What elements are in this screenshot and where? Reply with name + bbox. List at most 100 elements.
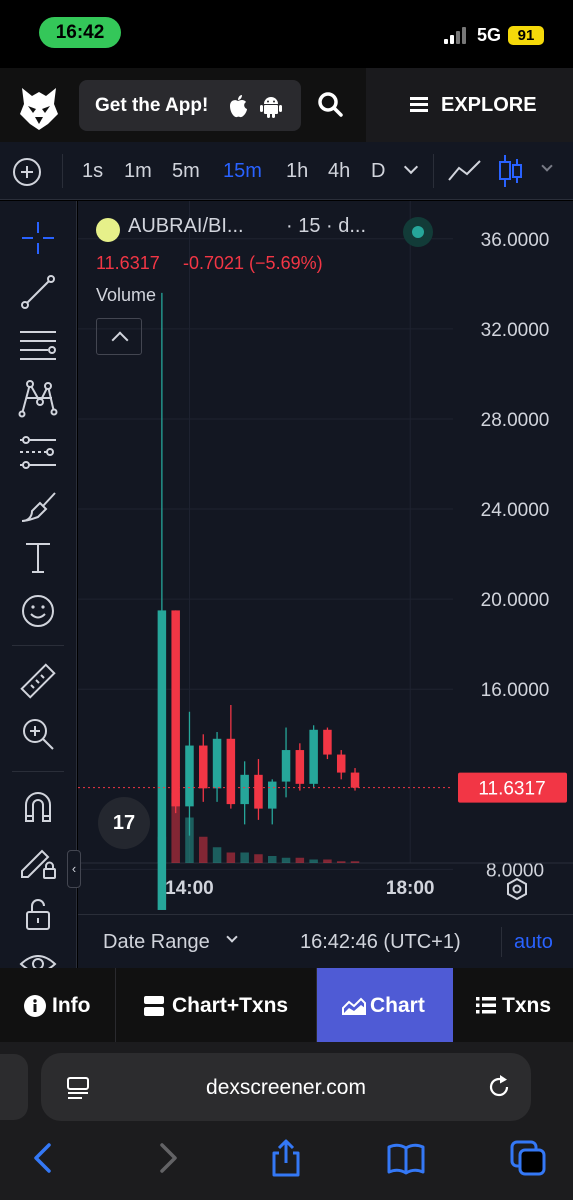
zoom-in-icon[interactable] (18, 714, 58, 754)
candle-body (199, 745, 208, 789)
network-type: 5G (477, 25, 502, 45)
candles-chart-type-icon[interactable] (498, 154, 524, 188)
list-icon (476, 997, 496, 1014)
timeframe-more-chevron-down-icon[interactable] (403, 159, 419, 175)
sidebar-toggle-button[interactable]: ‹ (67, 850, 81, 888)
date-range-button[interactable]: Date Range (103, 931, 210, 954)
timeframe-15m[interactable]: 15m (223, 160, 262, 183)
candle-body (185, 745, 194, 807)
price-chart[interactable]: 36.0000 32.0000 28.0000 24.0000 20.0000 16.00… (78, 201, 573, 968)
lock-drawing-icon[interactable] (18, 841, 58, 881)
forward-icon[interactable] (147, 1138, 187, 1178)
toolbar-divider (433, 154, 434, 188)
sidebar-divider (12, 645, 64, 646)
y-axis-tick-label: 32.0000 (481, 320, 550, 341)
timeframe-toolbar: 1s 1m 5m 15m 1h 4h D (0, 142, 573, 200)
volume-bar (267, 856, 277, 863)
trend-line-icon[interactable] (18, 272, 58, 312)
y-axis-tick-label: 20.0000 (481, 590, 550, 611)
get-app-button[interactable]: Get the App! (79, 80, 301, 131)
chart-range-bar: Date Range 16:42:46 (UTC+1) auto (78, 914, 573, 968)
emoji-icon[interactable] (18, 591, 58, 631)
previous-tab-preview[interactable] (0, 1054, 28, 1120)
volume-bar (281, 857, 291, 863)
candle-body (157, 610, 167, 910)
collapse-legend-button[interactable] (96, 318, 142, 355)
candle-body (350, 772, 360, 788)
eye-icon[interactable] (18, 944, 58, 968)
magnet-icon[interactable] (18, 787, 58, 827)
timeframe-5m[interactable]: 5m (172, 160, 200, 183)
drawing-tools-sidebar (0, 201, 77, 968)
y-axis-tick-label: 24.0000 (481, 500, 550, 521)
timeframe-d[interactable]: D (371, 160, 385, 183)
address-bar[interactable]: dexscreener.com (41, 1053, 531, 1121)
candle-body (226, 738, 236, 805)
volume-bar (212, 847, 222, 863)
candle-body (281, 750, 291, 782)
tab-chart[interactable]: Chart (317, 968, 453, 1042)
chart-type-chevron-down-icon[interactable] (541, 160, 553, 172)
tab-chart-txns[interactable]: Chart+Txns (115, 968, 317, 1042)
brush-icon[interactable] (18, 487, 58, 527)
last-price: 11.6317 (96, 253, 160, 273)
fib-retracement-icon[interactable] (18, 324, 58, 364)
crosshair-icon[interactable] (18, 218, 58, 258)
reload-icon[interactable] (487, 1075, 511, 1099)
pair-symbol[interactable]: AUBRAI/BI... (128, 215, 244, 238)
candle-body (336, 754, 346, 773)
search-icon[interactable] (315, 88, 347, 122)
auto-scale-button[interactable]: auto (514, 931, 553, 954)
chart-settings-icon[interactable] (506, 878, 528, 900)
volume-bar (295, 857, 305, 863)
toolbar-divider (62, 154, 63, 188)
tab-info[interactable]: Info (0, 968, 115, 1042)
candlestick-chart-svg[interactable]: 36.0000 32.0000 28.0000 24.0000 20.0000 16.00… (78, 201, 573, 914)
volume-bar (309, 859, 318, 863)
android-icon (260, 97, 282, 118)
last-price-badge-label: 11.6317 (478, 779, 545, 800)
unlock-icon[interactable] (18, 894, 58, 934)
volume-bar (336, 861, 346, 863)
tabs-icon[interactable] (508, 1138, 548, 1178)
date-range-chevron-down-icon[interactable] (226, 931, 238, 943)
market-status-icon (403, 217, 433, 247)
bookmarks-icon[interactable] (386, 1138, 426, 1178)
back-icon[interactable] (24, 1138, 64, 1178)
info-icon (24, 995, 46, 1017)
volume-legend: Volume (96, 285, 157, 305)
timeframe-1h[interactable]: 1h (286, 160, 308, 183)
text-tool-icon[interactable] (18, 538, 58, 578)
timeframe-4h[interactable]: 4h (328, 160, 350, 183)
volume-bar (323, 859, 332, 863)
add-symbol-icon[interactable] (13, 158, 41, 186)
range-divider (501, 927, 502, 957)
token-icon (96, 218, 120, 242)
prediction-tool-icon[interactable] (18, 432, 58, 472)
sidebar-divider (12, 771, 64, 772)
ruler-icon[interactable] (18, 661, 58, 701)
url-text: dexscreener.com (206, 1076, 366, 1099)
candle-body (212, 738, 222, 789)
candle-body (254, 774, 263, 809)
tab-txns[interactable]: Txns (453, 968, 573, 1042)
x-axis-tick-label: 18:00 (386, 878, 435, 899)
share-icon[interactable] (266, 1138, 306, 1178)
tab-info-label: Info (52, 994, 91, 1017)
chart-clock[interactable]: 16:42:46 (UTC+1) (300, 931, 461, 954)
volume-bar (240, 852, 249, 863)
pattern-tool-icon[interactable] (18, 378, 58, 418)
explore-button[interactable]: EXPLORE (366, 68, 573, 142)
explore-label: EXPLORE (441, 94, 537, 116)
dexscreener-logo-icon[interactable] (18, 84, 60, 132)
area-chart-icon (342, 997, 366, 1015)
y-axis-tick-label: 28.0000 (481, 410, 550, 431)
line-chart-type-icon[interactable] (448, 158, 482, 184)
signal-icon (444, 26, 470, 44)
timeframe-1m[interactable]: 1m (124, 160, 152, 183)
tab-txns-label: Txns (502, 994, 552, 1017)
tradingview-logo[interactable]: 17 (98, 797, 150, 849)
timeframe-1s[interactable]: 1s (82, 160, 103, 183)
price-change: -0.7021 (−5.69%) (183, 253, 323, 273)
volume-bar (254, 854, 263, 863)
